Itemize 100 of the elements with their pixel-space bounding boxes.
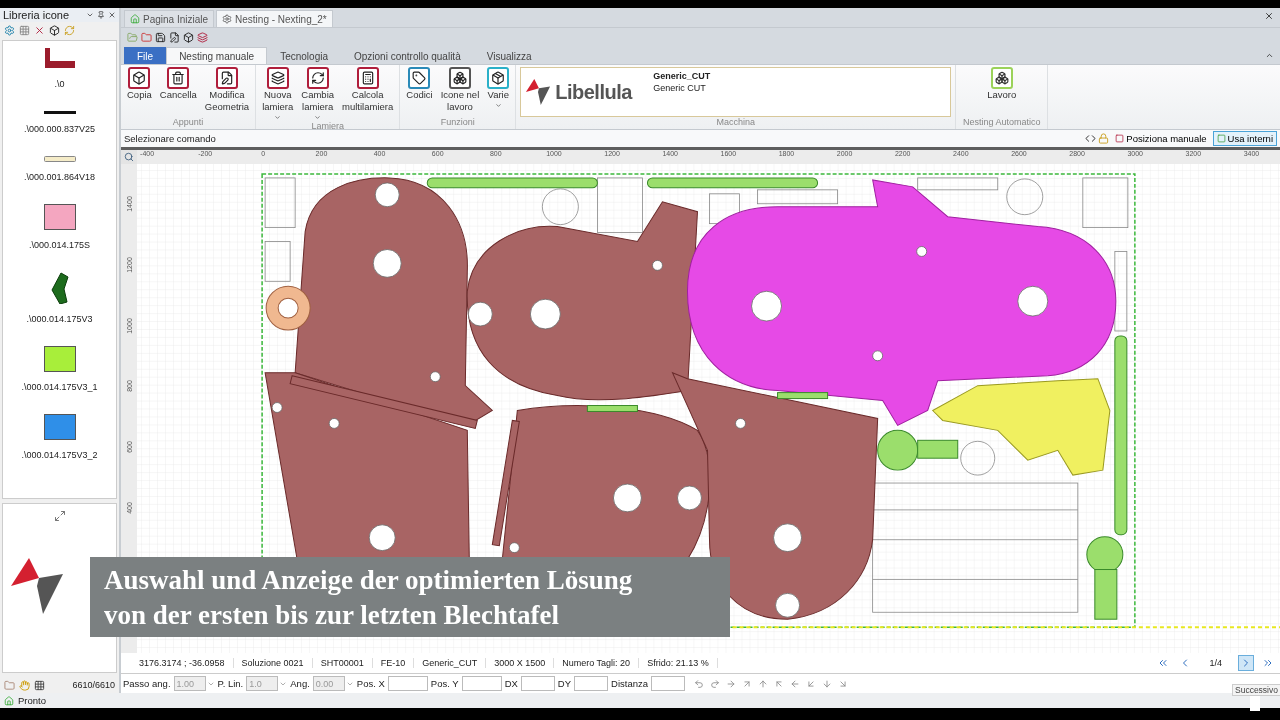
ribbon-button[interactable]: Calcola multilamiera xyxy=(339,67,397,121)
ribbon-button[interactable]: Icone nel lavoro xyxy=(437,67,483,117)
toggle-button[interactable]: Posiziona manuale xyxy=(1111,131,1211,146)
ribbon-tab[interactable]: Tecnologia xyxy=(267,47,341,64)
field-label: Ang. xyxy=(290,678,310,689)
input-field[interactable] xyxy=(387,676,428,691)
input-field[interactable] xyxy=(574,676,609,691)
save-icon[interactable] xyxy=(155,31,166,43)
ribbon-icon xyxy=(266,67,289,89)
ribbon-button[interactable]: Modifica Geometria xyxy=(201,67,253,117)
field-label: DY xyxy=(557,678,572,689)
field-label: P. Lin. xyxy=(217,678,244,689)
info-field: FE-10 xyxy=(372,658,415,668)
field-label: DX xyxy=(504,678,518,689)
info-field: Sfrido: 21.13 % xyxy=(639,658,718,668)
ribbon-button[interactable]: Varie xyxy=(484,67,513,117)
edit-icon[interactable] xyxy=(169,31,180,43)
info-field: Numero Tagli: 20 xyxy=(554,658,640,668)
expand-icon[interactable] xyxy=(53,510,66,522)
part-label[interactable]: .\000.001.864V18 xyxy=(23,172,96,182)
ribbon-icon xyxy=(487,67,510,89)
ribbon-button[interactable]: Nuova lamiera xyxy=(259,67,297,121)
part-label[interactable]: .\000.014.175V3_2 xyxy=(21,450,98,460)
field-label: Pos. Y xyxy=(430,678,459,689)
square-icon xyxy=(1115,134,1125,143)
folder-icon[interactable] xyxy=(4,679,15,691)
arrow-icon[interactable] xyxy=(726,678,736,689)
arrow-icon[interactable] xyxy=(774,678,784,689)
input-field[interactable] xyxy=(651,676,685,691)
layers-icon[interactable] xyxy=(197,31,208,43)
zoom-icon[interactable] xyxy=(124,152,134,162)
gear-icon xyxy=(222,14,233,24)
home-icon xyxy=(130,14,140,24)
ribbon-icon xyxy=(215,67,238,89)
collapse-icon[interactable] xyxy=(1265,51,1274,60)
chevron-icon xyxy=(1157,657,1170,669)
cubes-gear-icon xyxy=(990,67,1013,89)
info-field: Generic_CUT xyxy=(414,658,487,668)
ribbon-icon xyxy=(167,67,190,89)
arrow-icon[interactable] xyxy=(806,678,816,689)
machine-name: Generic_CUT xyxy=(653,71,711,81)
part-label[interactable]: .\000.014.175V3 xyxy=(26,314,93,324)
ribbon-tab[interactable]: Opzioni controllo qualità xyxy=(341,47,474,64)
settings-icon[interactable] xyxy=(4,24,15,36)
ribbon-button[interactable]: Codici xyxy=(403,67,436,117)
list-view-icon[interactable] xyxy=(34,679,45,691)
box-icon[interactable] xyxy=(49,24,60,36)
ribbon-button[interactable]: Cancella xyxy=(156,67,200,117)
field-label: Pos. X xyxy=(356,678,385,689)
logo-icon xyxy=(9,556,65,616)
home-icon[interactable] xyxy=(4,695,14,706)
ribbon-button[interactable]: Lavoro xyxy=(984,67,1020,117)
field-label: Distanza xyxy=(611,678,648,689)
document-tab[interactable]: Nesting - Nexting_2* xyxy=(216,10,333,27)
chevron-icon xyxy=(1262,657,1274,669)
close-icon[interactable] xyxy=(108,11,116,19)
group-title: Appunti xyxy=(171,117,205,129)
open-folder-icon[interactable] xyxy=(127,31,138,43)
input-field[interactable] xyxy=(520,676,555,691)
ribbon-tab[interactable]: File xyxy=(124,47,167,64)
ribbon-tab[interactable]: Nesting manuale xyxy=(166,47,268,64)
next-page-button[interactable] xyxy=(1238,655,1254,671)
lock-icon[interactable] xyxy=(1098,133,1110,144)
ribbon-icon xyxy=(356,67,379,89)
arrow-icon[interactable] xyxy=(758,678,768,689)
machine-selector[interactable]: Libellula Generic_CUT Generic CUT xyxy=(520,67,952,117)
square-icon xyxy=(1216,134,1226,143)
close-icon[interactable] xyxy=(1264,11,1274,21)
delete-icon[interactable] xyxy=(34,24,45,36)
code-icon[interactable] xyxy=(1085,133,1097,144)
box-icon[interactable] xyxy=(183,31,194,43)
dropdown-icon[interactable] xyxy=(86,11,94,19)
pin-icon[interactable] xyxy=(97,11,105,19)
logo-text: Libellula xyxy=(555,80,632,104)
field-label: Passo ang. xyxy=(123,678,171,689)
info-field: 3000 X 1500 xyxy=(486,658,555,668)
arrow-icon[interactable] xyxy=(838,678,848,689)
page-indicator: 1/4 xyxy=(1208,658,1223,668)
info-field: 3176.3174 ; -36.0958 xyxy=(131,658,234,668)
item-counter: 6610/6610 xyxy=(72,680,115,690)
group-title: Lamiera xyxy=(310,120,345,131)
arrow-icon[interactable] xyxy=(822,678,832,689)
part-label[interactable]: .\0 xyxy=(54,79,65,89)
arrow-icon[interactable] xyxy=(742,678,752,689)
arrow-icon[interactable] xyxy=(790,678,800,689)
arrow-icon[interactable] xyxy=(694,678,704,689)
arrow-icon[interactable] xyxy=(710,678,720,689)
ribbon-icon xyxy=(408,67,431,89)
ribbon-button[interactable]: Copia xyxy=(124,67,155,117)
document-tab[interactable]: Pagina Iniziale xyxy=(124,10,215,27)
part-label[interactable]: .\000.014.175S xyxy=(28,240,91,250)
group-title: Funzioni xyxy=(439,117,476,129)
ribbon-tab[interactable]: Visualizza xyxy=(473,47,545,64)
part-label[interactable]: .\000.014.175V3_1 xyxy=(21,382,98,392)
input-field[interactable] xyxy=(461,676,502,691)
grid-icon[interactable] xyxy=(19,24,30,36)
group-title: Nesting Automatico xyxy=(961,117,1042,129)
part-label[interactable]: .\000.000.837V25 xyxy=(23,124,96,134)
toggle-button[interactable]: Usa interni xyxy=(1212,131,1277,146)
ribbon-button[interactable]: Cambia lamiera xyxy=(298,67,338,121)
